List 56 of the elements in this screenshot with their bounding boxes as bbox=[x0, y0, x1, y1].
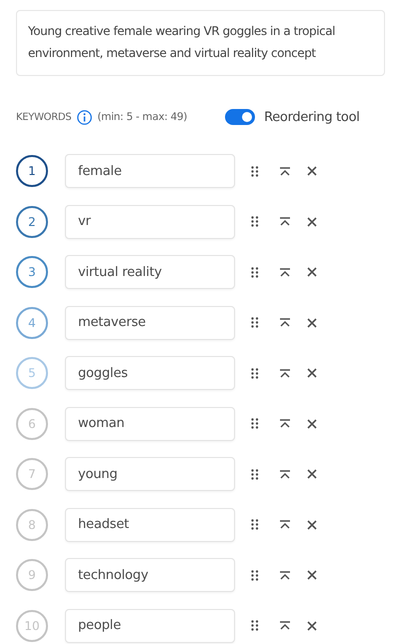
close-icon[interactable] bbox=[307, 418, 317, 429]
drag-handle-icon[interactable] bbox=[251, 418, 259, 430]
keyword-limits: (min: 5 - max: 49) bbox=[97, 111, 188, 123]
move-to-top-icon[interactable] bbox=[279, 368, 291, 378]
move-to-top-icon[interactable] bbox=[279, 268, 291, 277]
move-to-top-icon[interactable] bbox=[279, 520, 291, 530]
close-icon[interactable] bbox=[307, 368, 317, 378]
drag-handle-icon[interactable] bbox=[251, 570, 259, 581]
move-to-top-icon[interactable] bbox=[279, 570, 291, 580]
close-icon[interactable] bbox=[307, 166, 317, 176]
drag-handle-icon[interactable] bbox=[251, 519, 259, 530]
drag-handle-icon[interactable] bbox=[251, 216, 259, 228]
keyword-number: 4 bbox=[16, 306, 48, 339]
keyword-field[interactable]: technology bbox=[65, 558, 235, 592]
close-icon[interactable] bbox=[307, 570, 317, 580]
keyword-number: 5 bbox=[16, 357, 48, 390]
drag-handle-icon[interactable] bbox=[251, 317, 259, 328]
close-icon[interactable] bbox=[307, 469, 317, 480]
drag-handle-icon[interactable] bbox=[251, 620, 259, 632]
move-to-top-icon[interactable] bbox=[279, 470, 291, 479]
description-field[interactable]: Young creative female wearing VR goggles in a tropical environment, metaverse and virtual reality concept bbox=[16, 10, 385, 76]
move-to-top-icon[interactable] bbox=[279, 621, 291, 630]
keyword-field[interactable]: headset bbox=[65, 508, 235, 542]
keyword-number: 7 bbox=[16, 458, 48, 490]
keyword-number: 6 bbox=[16, 408, 48, 440]
keyword-field[interactable]: virtual reality bbox=[65, 255, 235, 290]
move-to-top-icon[interactable] bbox=[279, 318, 291, 328]
keyword-field[interactable]: woman bbox=[65, 406, 235, 441]
drag-handle-icon[interactable] bbox=[251, 266, 259, 278]
keyword-field[interactable]: young bbox=[65, 457, 235, 492]
keyword-number: 1 bbox=[16, 155, 48, 188]
keyword-number: 2 bbox=[16, 206, 48, 238]
close-icon[interactable] bbox=[307, 520, 317, 530]
move-to-top-icon[interactable] bbox=[279, 419, 291, 428]
close-icon[interactable] bbox=[307, 267, 317, 278]
keyword-number: 8 bbox=[16, 508, 48, 541]
keyword-field[interactable]: goggles bbox=[65, 356, 235, 390]
close-icon[interactable] bbox=[307, 318, 317, 328]
drag-handle-icon[interactable] bbox=[251, 166, 259, 177]
keyword-field[interactable]: people bbox=[65, 608, 235, 643]
keyword-number: 3 bbox=[16, 256, 48, 288]
keyword-field[interactable]: metaverse bbox=[65, 306, 235, 340]
keywords-label: KEYWORDS bbox=[16, 112, 72, 122]
keyword-number: 10 bbox=[16, 610, 48, 642]
drag-handle-icon[interactable] bbox=[251, 468, 259, 480]
close-icon[interactable] bbox=[307, 620, 317, 631]
drag-handle-icon[interactable] bbox=[251, 368, 259, 379]
info-icon[interactable] bbox=[77, 110, 92, 124]
keyword-field[interactable]: female bbox=[65, 154, 235, 188]
move-to-top-icon[interactable] bbox=[279, 217, 291, 226]
close-icon[interactable] bbox=[307, 216, 317, 227]
keyword-number: 9 bbox=[16, 559, 48, 592]
reordering-label: Reordering tool bbox=[264, 110, 360, 124]
keyword-field[interactable]: vr bbox=[65, 204, 235, 239]
move-to-top-icon[interactable] bbox=[279, 166, 291, 176]
reordering-toggle[interactable] bbox=[225, 109, 256, 125]
